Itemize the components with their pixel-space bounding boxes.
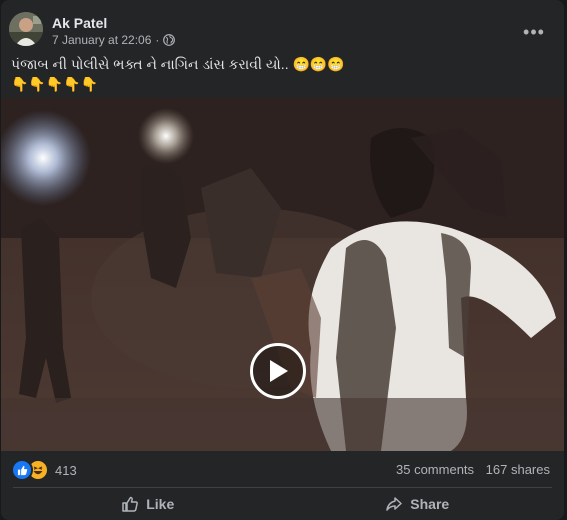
action-divider — [13, 487, 552, 488]
meta-separator: · — [155, 33, 160, 47]
play-button[interactable] — [250, 343, 306, 399]
thumbs-up-icon — [122, 496, 139, 512]
caption-line-1: પંજાબ ની પોલીસે ભક્ત ને નાગિન ડાંસ કરાવી… — [11, 56, 345, 72]
post-card: Ak Patel 7 January at 22:06 · ••• પંજાબ … — [1, 0, 564, 520]
post-caption: પંજાબ ની પોલીસે ભક્ત ને નાગિન ડાંસ કરાવી… — [11, 55, 345, 93]
play-icon — [270, 360, 288, 382]
avatar[interactable] — [9, 12, 43, 46]
more-options-button[interactable]: ••• — [520, 18, 548, 46]
post-meta: 7 January at 22:06 · — [52, 33, 176, 47]
comments-count[interactable]: 35 comments — [396, 462, 474, 477]
video-player[interactable] — [1, 98, 564, 451]
post-timestamp[interactable]: 7 January at 22:06 — [52, 33, 151, 47]
like-button[interactable]: Like — [13, 490, 283, 518]
post-header: Ak Patel 7 January at 22:06 · ••• — [9, 12, 556, 52]
share-label: Share — [410, 496, 450, 512]
more-options-label: ••• — [523, 21, 545, 42]
engagement-stats: 35 comments 167 shares — [396, 462, 550, 477]
globe-icon — [163, 34, 176, 46]
share-icon — [386, 497, 403, 511]
like-icon — [11, 459, 33, 481]
like-label: Like — [146, 496, 175, 512]
post-actions: Like Share — [13, 490, 552, 518]
reaction-summary[interactable]: 413 — [11, 459, 77, 481]
caption-line-2: 👇👇👇👇👇 — [11, 76, 99, 92]
shares-count[interactable]: 167 shares — [486, 462, 550, 477]
reaction-count: 413 — [55, 462, 77, 478]
author-name[interactable]: Ak Patel — [52, 15, 107, 31]
share-button[interactable]: Share — [283, 490, 553, 518]
